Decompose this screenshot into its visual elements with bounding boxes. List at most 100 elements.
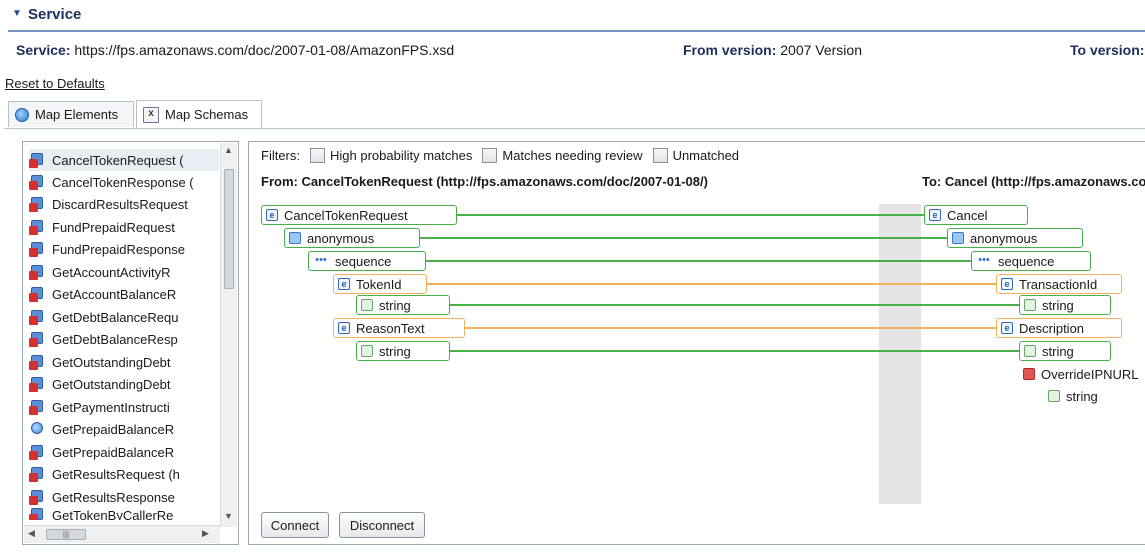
list-item-label: GetOutstandingDebt <box>52 354 171 370</box>
simple-type-icon <box>1048 390 1060 402</box>
scrollbar-thumb[interactable]: ||| <box>46 529 86 540</box>
sequence-icon: ••• <box>978 254 990 266</box>
list-item[interactable]: GetPrepaidBalanceR <box>29 418 219 440</box>
from-node-root[interactable]: e CancelTokenRequest <box>261 205 457 225</box>
to-version-label: To version: <box>1070 42 1145 58</box>
list-item[interactable]: GetResultsRequest (h <box>29 463 219 485</box>
mapping-link[interactable] <box>454 214 926 216</box>
list-item[interactable]: GetPaymentInstructi <box>29 396 219 418</box>
from-node-reasontext[interactable]: e ReasonText <box>333 318 465 338</box>
node-label: string <box>379 343 411 359</box>
from-node-sequence[interactable]: ••• sequence <box>308 251 426 271</box>
error-element-icon <box>29 219 44 235</box>
list-item[interactable]: GetAccountActivityR <box>29 261 219 283</box>
mapping-link[interactable] <box>424 260 972 262</box>
collapse-triangle-icon[interactable]: ▼ <box>12 8 22 19</box>
scroll-right-arrow-icon[interactable]: ▶ <box>202 528 209 539</box>
connect-button[interactable]: Connect <box>261 512 329 538</box>
mapping-gutter <box>879 204 921 504</box>
list-item-label: GetAccountBalanceR <box>52 286 177 302</box>
error-element-icon <box>29 444 44 460</box>
list-item[interactable]: GetDebtBalanceRequ <box>29 306 219 328</box>
tab-map-schemas[interactable]: x Map Schemas <box>136 100 262 128</box>
mapping-link[interactable] <box>448 350 1020 352</box>
complex-type-icon <box>289 232 301 244</box>
to-node-root[interactable]: e Cancel <box>924 205 1028 225</box>
list-item[interactable]: GetTokenByCallerRe <box>29 508 219 520</box>
list-item[interactable]: GetOutstandingDebt <box>29 373 219 395</box>
node-label: OverrideIPNURL <box>1041 366 1139 382</box>
list-item[interactable]: GetResultsResponse <box>29 486 219 508</box>
element-list-panel[interactable]: CancelTokenRequest ( CancelTokenResponse… <box>22 141 239 545</box>
list-item[interactable]: CancelTokenRequest ( <box>29 149 219 171</box>
element-icon: e <box>929 209 941 221</box>
tab-map-elements[interactable]: Map Elements <box>8 101 134 127</box>
list-item-label: CancelTokenRequest ( <box>52 152 184 168</box>
scroll-down-arrow-icon[interactable]: ▼ <box>224 511 233 521</box>
needs-review-checkbox[interactable] <box>482 148 498 163</box>
mapping-link[interactable] <box>463 327 996 329</box>
list-item[interactable]: CancelTokenResponse ( <box>29 171 219 193</box>
service-section-header[interactable]: ▼ Service <box>0 0 1145 30</box>
disconnect-button[interactable]: Disconnect <box>339 512 425 538</box>
node-label: string <box>379 297 411 313</box>
service-url: https://fps.amazonaws.com/doc/2007-01-08… <box>74 42 455 58</box>
element-icon: e <box>266 209 278 221</box>
node-label: sequence <box>335 253 392 269</box>
element-icon: e <box>1001 278 1013 290</box>
list-item-label: GetResultsResponse <box>52 489 175 505</box>
from-node-tokenid[interactable]: e TokenId <box>333 274 427 294</box>
scroll-up-arrow-icon[interactable]: ▲ <box>224 145 233 155</box>
reset-to-defaults-link[interactable]: Reset to Defaults <box>5 76 105 91</box>
from-version: From version: 2007 Version <box>683 42 862 58</box>
from-version-label: From version: <box>683 42 777 58</box>
error-element-icon <box>29 264 44 280</box>
to-node-anonymous[interactable]: anonymous <box>947 228 1083 248</box>
list-item[interactable]: GetPrepaidBalanceR <box>29 441 219 463</box>
from-node-anonymous[interactable]: anonymous <box>284 228 420 248</box>
to-node-override[interactable]: OverrideIPNURL <box>1019 364 1145 384</box>
list-item-label: GetDebtBalanceRequ <box>52 309 179 325</box>
to-node-sequence[interactable]: ••• sequence <box>971 251 1091 271</box>
node-label: anonymous <box>970 230 1038 246</box>
needs-review-label: Matches needing review <box>502 148 643 163</box>
error-element-icon <box>29 466 44 482</box>
to-schema-header: To: Cancel (http://fps.amazonaws.com/doc… <box>922 174 1145 189</box>
list-item-label: CancelTokenResponse ( <box>52 174 194 190</box>
error-element-icon <box>29 309 44 325</box>
scrollbar-thumb[interactable] <box>224 169 234 289</box>
vertical-scrollbar[interactable]: ▲ ▼ <box>220 143 237 527</box>
service-row: Service: https://fps.amazonaws.com/doc/2… <box>16 42 454 58</box>
list-item[interactable]: DiscardResultsRequest <box>29 193 219 215</box>
to-node-description[interactable]: e Description <box>996 318 1122 338</box>
scroll-left-arrow-icon[interactable]: ◀ <box>28 528 35 539</box>
service-label: Service: <box>16 42 71 58</box>
from-node-reasontext-type[interactable]: string <box>356 341 450 361</box>
mapping-link[interactable] <box>424 283 996 285</box>
to-node-description-type[interactable]: string <box>1019 341 1111 361</box>
list-item-label: GetAccountActivityR <box>52 264 171 280</box>
to-node-override-type[interactable]: string <box>1044 386 1134 406</box>
unmatched-checkbox[interactable] <box>652 148 668 163</box>
to-node-transactionid[interactable]: e TransactionId <box>996 274 1122 294</box>
list-item[interactable]: FundPrepaidResponse <box>29 238 219 260</box>
list-item[interactable]: GetOutstandingDebt <box>29 351 219 373</box>
from-node-tokenid-type[interactable]: string <box>356 295 450 315</box>
node-label: Cancel <box>947 207 988 223</box>
list-item[interactable]: FundPrepaidRequest <box>29 216 219 238</box>
high-probability-checkbox[interactable] <box>310 148 325 163</box>
schema-mapping-panel: Filters: High probability matches Matche… <box>248 141 1145 545</box>
horizontal-scrollbar[interactable]: ◀ ||| ▶ <box>24 525 220 543</box>
error-element-icon <box>1023 368 1035 380</box>
error-element-icon <box>29 196 44 212</box>
section-title: Service <box>28 6 82 23</box>
node-label: TokenId <box>356 276 402 292</box>
tab-label: Map Elements <box>35 107 119 122</box>
list-item[interactable]: GetAccountBalanceR <box>29 283 219 305</box>
mapping-link[interactable] <box>448 304 1020 306</box>
list-item[interactable]: GetDebtBalanceResp <box>29 328 219 350</box>
map-elements-icon <box>15 107 29 122</box>
to-node-transactionid-type[interactable]: string <box>1019 295 1111 315</box>
error-element-icon <box>29 508 44 520</box>
mapping-link[interactable] <box>418 237 949 239</box>
